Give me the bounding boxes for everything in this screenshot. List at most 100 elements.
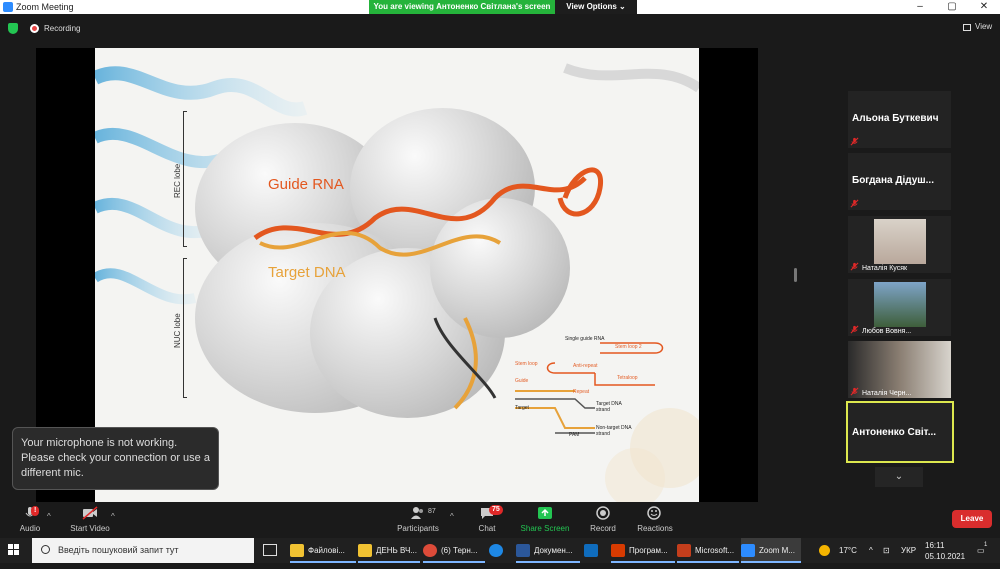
participant-tile[interactable]: Богдана Дідуш...: [848, 153, 951, 210]
mail-icon: [584, 544, 598, 558]
participant-name: Богдана Дідуш...: [852, 175, 934, 186]
clock-date[interactable]: 05.10.2021: [925, 544, 965, 569]
folder-icon: [358, 544, 372, 558]
guide-rna-label: Guide RNA: [268, 176, 344, 193]
diagram-stem-loop-2: Stem loop 2: [615, 344, 642, 350]
task-view-icon[interactable]: [263, 544, 277, 556]
search-icon: [41, 545, 50, 554]
diagram-target: Target: [515, 405, 529, 411]
chrome-icon: [423, 544, 437, 558]
participant-video-tile[interactable]: Наталія Черн...: [848, 341, 951, 398]
diagram-stem-loop: Stem loop: [515, 361, 538, 367]
taskbar-mail[interactable]: [584, 538, 606, 563]
diagram-pam: PAM: [569, 432, 580, 438]
share-screen-button[interactable]: Share Screen: [517, 506, 573, 533]
chat-unread-badge: 75: [489, 505, 503, 515]
gallery-next-page-button[interactable]: ⌄: [875, 467, 923, 487]
window-title: Zoom Meeting: [16, 2, 74, 12]
close-icon[interactable]: ✕: [969, 0, 999, 14]
taskbar-search-input[interactable]: Введіть пошуковий запит тут: [32, 538, 254, 563]
participant-video: [874, 282, 926, 327]
diagram-guide: Guide: [515, 378, 529, 384]
record-button[interactable]: Record: [575, 506, 631, 533]
tray-expand-icon[interactable]: ^: [869, 538, 873, 563]
taskbar-zoom[interactable]: Zoom M...: [741, 538, 801, 563]
rec-lobe-label: REC lobe: [173, 163, 182, 198]
view-options-button[interactable]: View Options ⌄: [555, 0, 637, 14]
nuc-lobe-bracket: [183, 258, 187, 398]
participants-button[interactable]: Participants: [390, 506, 446, 533]
taskbar-pdf[interactable]: Програм...: [611, 538, 675, 563]
record-icon: [596, 506, 610, 520]
participants-icon: [411, 507, 423, 519]
mic-muted-icon: [850, 137, 859, 146]
participant-name: Наталія Черн...: [862, 390, 912, 397]
taskbar-chrome[interactable]: (6) Терн...: [423, 538, 485, 563]
participant-name: Альона Буткевич: [852, 113, 939, 124]
taskbar-microsoft-app[interactable]: Microsoft...: [677, 538, 739, 563]
mic-muted-icon: [850, 325, 859, 334]
audio-options-caret[interactable]: ^: [47, 512, 51, 521]
taskbar-word[interactable]: Докумен...: [516, 538, 580, 563]
rec-lobe-bracket: [183, 111, 187, 247]
participants-options-caret[interactable]: ^: [450, 512, 454, 521]
diagram-non-target-dna-strand: Non-target DNA strand: [596, 425, 632, 437]
participant-name: Наталія Кусяк: [862, 265, 908, 272]
start-video-button[interactable]: Start Video: [62, 506, 118, 533]
notifications-count: 1: [984, 542, 988, 548]
share-screen-icon: [538, 507, 552, 519]
mic-warning-tooltip[interactable]: Your microphone is not working. Please c…: [12, 427, 219, 490]
video-options-caret[interactable]: ^: [111, 512, 115, 521]
word-icon: [516, 544, 530, 558]
participant-video-tile[interactable]: Наталія Кусяк: [848, 216, 951, 273]
taskbar-folder-window[interactable]: ДЕНЬ ВЧ...: [358, 538, 420, 563]
temperature[interactable]: 17°C: [839, 538, 857, 563]
participants-count: 87: [428, 508, 436, 515]
mic-muted-icon: [850, 387, 859, 396]
target-dna-label: Target DNA: [268, 264, 346, 281]
taskbar-file-explorer[interactable]: Файлові...: [290, 538, 356, 563]
reactions-button[interactable]: Reactions: [627, 506, 683, 533]
language-indicator[interactable]: УКР: [901, 538, 916, 563]
diagram-single-guide-rna: Single guide RNA: [565, 336, 605, 342]
taskbar-edge[interactable]: [489, 538, 511, 563]
participant-name: Антоненко Світ...: [852, 427, 937, 438]
diagram-tetraloop: Tetraloop: [617, 375, 638, 381]
windows-taskbar: Введіть пошуковий запит тут Файлові... Д…: [0, 538, 1000, 563]
network-icon[interactable]: ⊡: [883, 538, 890, 563]
diagram-target-dna-strand: Target DNA strand: [596, 401, 622, 413]
gallery-resize-handle[interactable]: [794, 268, 797, 282]
zoom-app-icon: [3, 2, 13, 12]
nuc-lobe-label: NUC lobe: [173, 313, 182, 348]
mic-muted-icon: [850, 199, 859, 208]
leave-meeting-button[interactable]: Leave: [952, 510, 992, 528]
participant-video-tile[interactable]: Любов Вовня...: [848, 279, 951, 336]
encryption-shield-icon[interactable]: [8, 23, 18, 34]
folder-icon: [290, 544, 304, 558]
diagram-repeat: Repeat: [573, 389, 590, 395]
participant-tile[interactable]: Альона Буткевич: [848, 91, 951, 148]
mic-muted-icon: [850, 262, 859, 271]
reactions-icon: [647, 506, 661, 520]
recording-label: Recording: [44, 24, 81, 33]
weather-sun-icon[interactable]: [819, 545, 830, 556]
windows-start-icon[interactable]: [8, 544, 20, 556]
office-icon: [677, 544, 691, 558]
audio-warning-badge: !: [31, 506, 40, 516]
participant-video: [874, 219, 926, 264]
minimize-icon[interactable]: –: [905, 0, 935, 14]
screen-share-banner: You are viewing Антоненко Світлана's scr…: [369, 0, 555, 14]
maximize-icon[interactable]: ▢: [937, 0, 967, 14]
diagram-anti-repeat: Anti-repeat: [573, 363, 598, 369]
video-off-icon: [82, 506, 98, 520]
chat-button[interactable]: Chat: [459, 506, 515, 533]
view-button[interactable]: View: [975, 22, 992, 31]
view-grid-icon[interactable]: [963, 24, 971, 31]
edge-icon: [489, 544, 503, 558]
recording-icon: [30, 24, 39, 33]
participant-name: Любов Вовня...: [862, 328, 912, 335]
active-speaker-tile[interactable]: Антоненко Світ...: [846, 401, 954, 463]
zoom-icon: [741, 544, 755, 558]
meeting-toolbar: Audio ! ^ Start Video ^ Participants 87 …: [0, 502, 1000, 538]
pdf-icon: [611, 544, 625, 558]
